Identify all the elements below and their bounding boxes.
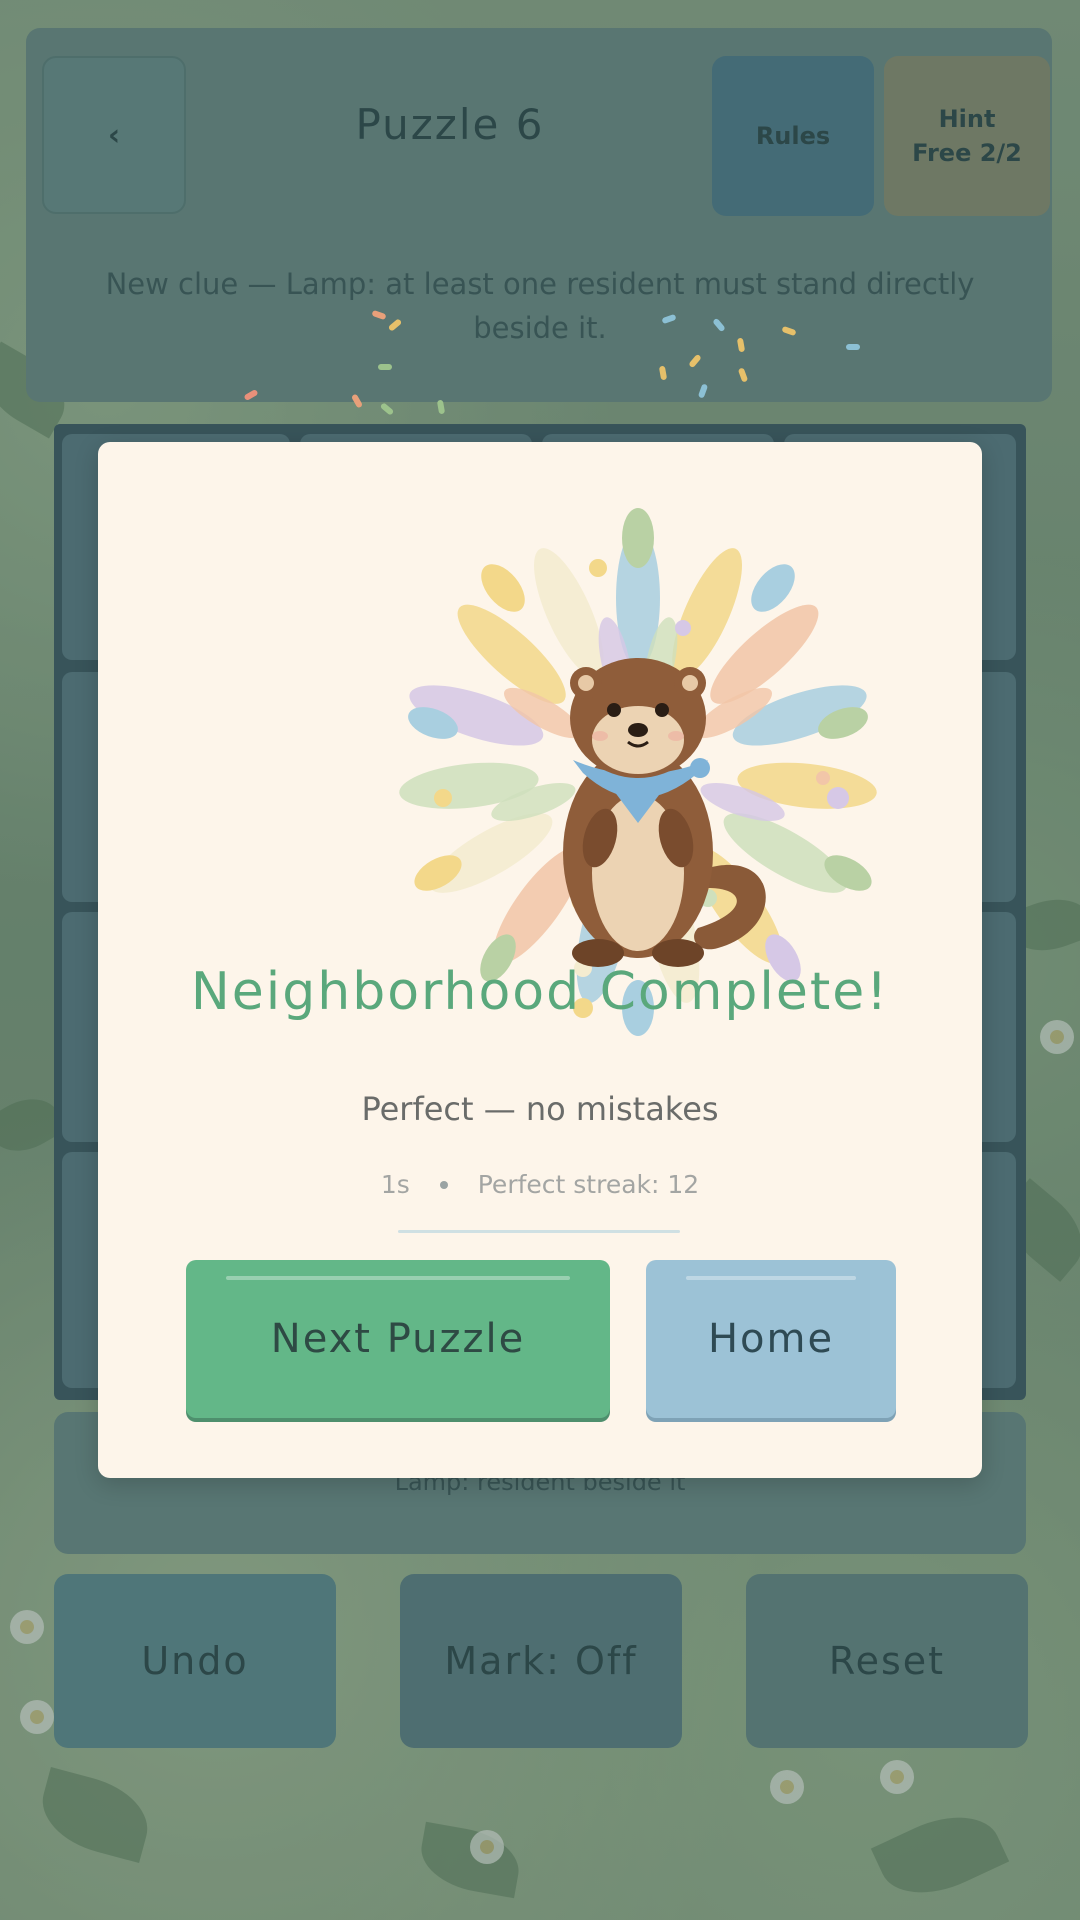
divider [398, 1230, 680, 1233]
modal-title: Neighborhood Complete! [190, 962, 890, 1022]
home-button[interactable]: Home [646, 1260, 896, 1418]
stats-row: 1s Perfect streak: 12 [98, 1170, 982, 1199]
separator-dot-icon [439, 1180, 448, 1189]
home-label: Home [707, 1316, 835, 1362]
next-puzzle-button[interactable]: Next Puzzle [186, 1260, 610, 1418]
completion-modal: Neighborhood Complete! Perfect — no mist… [98, 442, 982, 1478]
modal-subtitle: Perfect — no mistakes [361, 1090, 719, 1128]
time-value: 1s [380, 1170, 410, 1199]
perfect-streak: Perfect streak: 12 [477, 1170, 700, 1199]
next-puzzle-label: Next Puzzle [270, 1316, 526, 1362]
